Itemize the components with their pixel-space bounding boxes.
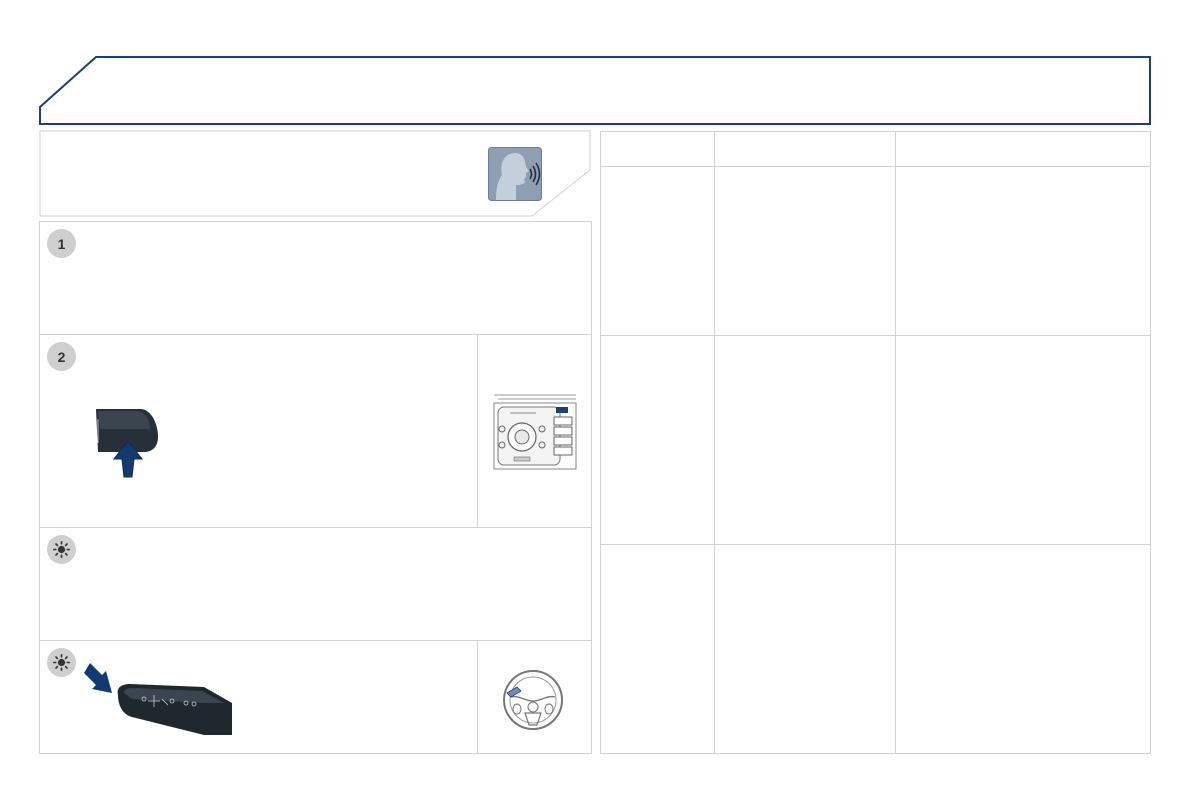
step-2-section: 2 bbox=[39, 334, 592, 528]
lighting-stalk-illustration bbox=[84, 659, 232, 735]
lamp-tip-icon bbox=[47, 648, 76, 677]
step-number-badge: 2 bbox=[47, 342, 76, 371]
lamp-tip-icon bbox=[47, 535, 76, 564]
audio-system-illustration bbox=[492, 393, 578, 471]
step-number-badge: 1 bbox=[47, 229, 76, 258]
voice-button-illustration bbox=[92, 407, 172, 487]
steering-wheel-illustration bbox=[501, 667, 565, 733]
tip-2-section bbox=[39, 640, 592, 754]
header-banner bbox=[39, 56, 1151, 125]
tip-1-section bbox=[39, 527, 592, 641]
voice-command-icon bbox=[488, 147, 542, 201]
step-1-section: 1 bbox=[39, 221, 592, 335]
command-table bbox=[600, 131, 1151, 754]
